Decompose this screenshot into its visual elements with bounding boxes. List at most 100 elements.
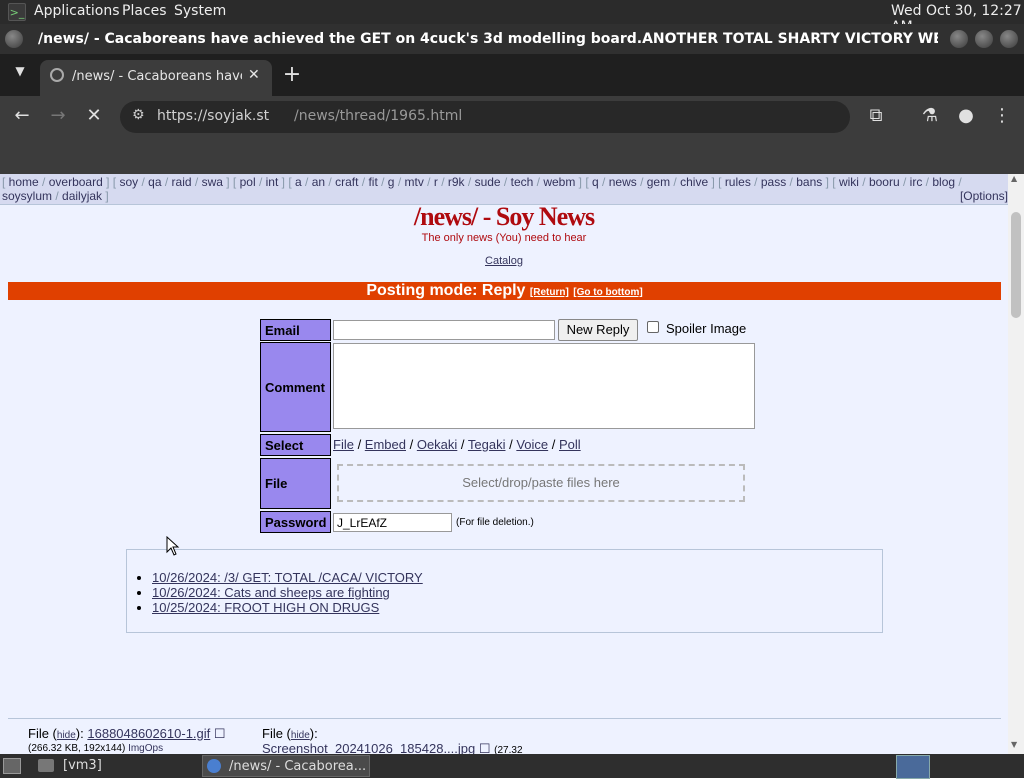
password-note: (For file deletion.) <box>456 517 534 528</box>
board-link-blog[interactable]: blog <box>932 175 955 189</box>
new-tab-icon[interactable]: + <box>280 62 304 87</box>
taskbar-item-vm3[interactable]: [vm3] <box>63 758 102 773</box>
workspace-switcher[interactable] <box>896 755 930 779</box>
back-icon[interactable]: ← <box>10 105 34 126</box>
board-link-booru[interactable]: booru <box>869 175 900 189</box>
window-titlebar[interactable]: /news/ - Cacaboreans have achieved the G… <box>0 24 1024 54</box>
maximize-icon[interactable] <box>975 30 993 48</box>
spoiler-checkbox[interactable] <box>647 321 659 333</box>
scroll-up-icon[interactable]: ▲ <box>1011 174 1017 183</box>
hide-link[interactable]: hide <box>291 730 310 741</box>
forward-icon[interactable]: → <box>46 105 70 126</box>
site-info-icon[interactable]: ⚙ <box>132 107 145 123</box>
board-link-dailyjak[interactable]: dailyjak <box>62 189 102 203</box>
posting-mode-label: Posting mode: Reply <box>366 282 526 299</box>
close-tab-icon[interactable]: ✕ <box>248 67 260 83</box>
news-link[interactable]: 10/26/2024: /3/ GET: TOTAL /CACA/ VICTOR… <box>152 570 423 585</box>
board-link-soysylum[interactable]: soysylum <box>2 189 52 203</box>
hide-link[interactable]: hide <box>57 730 76 741</box>
taskbar-item-browser[interactable]: /news/ - Cacaborea... <box>202 755 370 777</box>
select-tegaki-link[interactable]: Tegaki <box>468 437 506 452</box>
board-link-soy[interactable]: soy <box>119 175 138 189</box>
file-meta-size: (27.32 <box>494 745 523 754</box>
board-link-swa[interactable]: swa <box>202 175 223 189</box>
board-link-q[interactable]: q <box>592 175 599 189</box>
chrome-icon <box>207 759 221 773</box>
folder-icon[interactable] <box>38 759 54 772</box>
labs-flask-icon[interactable]: ⚗ <box>918 105 942 126</box>
imgops-link[interactable]: ImgOps <box>128 743 163 754</box>
comment-textarea[interactable] <box>333 343 755 429</box>
board-link-home[interactable]: home <box>9 175 39 189</box>
board-link-fit[interactable]: fit <box>368 175 377 189</box>
url-host: https://soyjak.st <box>157 108 270 124</box>
board-link-an[interactable]: an <box>312 175 325 189</box>
go-to-bottom-link[interactable]: [Go to bottom] <box>573 287 642 298</box>
system-menu[interactable]: System <box>174 3 226 19</box>
tab-search-icon[interactable]: ▼ <box>8 64 32 78</box>
news-link[interactable]: 10/25/2024: FROOT HIGH ON DRUGS <box>152 600 379 615</box>
stop-icon[interactable]: ✕ <box>82 105 106 126</box>
board-link-news[interactable]: news <box>609 175 637 189</box>
board-link-irc[interactable]: irc <box>910 175 923 189</box>
extensions-icon[interactable]: ⧉ <box>864 105 888 126</box>
board-link-pol[interactable]: pol <box>240 175 256 189</box>
board-link-webm[interactable]: webm <box>543 175 575 189</box>
board-link-bans[interactable]: bans <box>796 175 822 189</box>
select-embed-link[interactable]: Embed <box>365 437 406 452</box>
email-field[interactable] <box>333 320 555 340</box>
board-link-g[interactable]: g <box>388 175 395 189</box>
news-item: 10/26/2024: /3/ GET: TOTAL /CACA/ VICTOR… <box>152 570 423 585</box>
browser-tab[interactable]: /news/ - Cacaboreans have a ✕ <box>40 60 272 96</box>
board-link-qa[interactable]: qa <box>148 175 161 189</box>
select-label: Select <box>260 434 331 456</box>
select-poll-link[interactable]: Poll <box>559 437 581 452</box>
news-link[interactable]: 10/26/2024: Cats and sheeps are fighting <box>152 585 390 600</box>
board-link-craft[interactable]: craft <box>335 175 358 189</box>
board-link-r9k[interactable]: r9k <box>448 175 465 189</box>
taskbar-browser-label: /news/ - Cacaborea... <box>229 759 367 774</box>
board-link-rules[interactable]: rules <box>725 175 751 189</box>
file-link[interactable]: 1688048602610-1.gif <box>87 726 210 741</box>
board-link-int[interactable]: int <box>266 175 279 189</box>
catalog-link[interactable]: Catalog <box>0 255 1008 267</box>
options-link[interactable]: [Options] <box>960 189 1008 203</box>
board-link-a[interactable]: a <box>295 175 302 189</box>
board-link-wiki[interactable]: wiki <box>839 175 859 189</box>
select-oekaki-link[interactable]: Oekaki <box>417 437 457 452</box>
board-link-chive[interactable]: chive <box>680 175 708 189</box>
open-file-icon[interactable]: ☐ <box>479 741 491 754</box>
password-label: Password <box>260 511 331 533</box>
file-meta: (266.32 KB, 192x144) ImgOps <box>28 743 226 754</box>
profile-icon[interactable]: ● <box>954 105 978 126</box>
posting-mode-bar: Posting mode: Reply [Return] [Go to bott… <box>8 282 1001 300</box>
board-link-sude[interactable]: sude <box>475 175 501 189</box>
file-link[interactable]: Screenshot_20241026_185428....jpg <box>262 741 475 754</box>
board-link-pass[interactable]: pass <box>761 175 786 189</box>
applications-menu[interactable]: Applications <box>34 3 120 19</box>
show-desktop-icon[interactable] <box>3 758 21 774</box>
scroll-down-icon[interactable]: ▼ <box>1011 740 1017 749</box>
board-link-overboard[interactable]: overboard <box>49 175 103 189</box>
news-item: 10/25/2024: FROOT HIGH ON DRUGS <box>152 600 423 615</box>
new-reply-button[interactable]: New Reply <box>558 319 638 341</box>
close-window-icon[interactable] <box>1000 30 1018 48</box>
board-link-raid[interactable]: raid <box>172 175 192 189</box>
board-link-gem[interactable]: gem <box>647 175 670 189</box>
file-dropzone[interactable]: Select/drop/paste files here <box>337 464 745 502</box>
places-menu[interactable]: Places <box>122 3 167 19</box>
board-link-mtv[interactable]: mtv <box>405 175 424 189</box>
minimize-icon[interactable] <box>950 30 968 48</box>
address-bar[interactable]: ⚙ https://soyjak.st /news/thread/1965.ht… <box>120 101 850 133</box>
select-file-link[interactable]: File <box>333 437 354 452</box>
board-link-r[interactable]: r <box>434 175 438 189</box>
terminal-icon[interactable]: >_ <box>8 3 26 21</box>
window-menu-icon[interactable] <box>5 30 23 48</box>
password-field[interactable] <box>333 513 452 532</box>
return-link[interactable]: [Return] <box>530 287 569 298</box>
scrollbar-thumb[interactable] <box>1011 212 1021 318</box>
menu-kebab-icon[interactable]: ⋮ <box>990 105 1014 126</box>
open-file-icon[interactable]: ☐ <box>214 726 226 741</box>
board-link-tech[interactable]: tech <box>511 175 534 189</box>
select-voice-link[interactable]: Voice <box>516 437 548 452</box>
